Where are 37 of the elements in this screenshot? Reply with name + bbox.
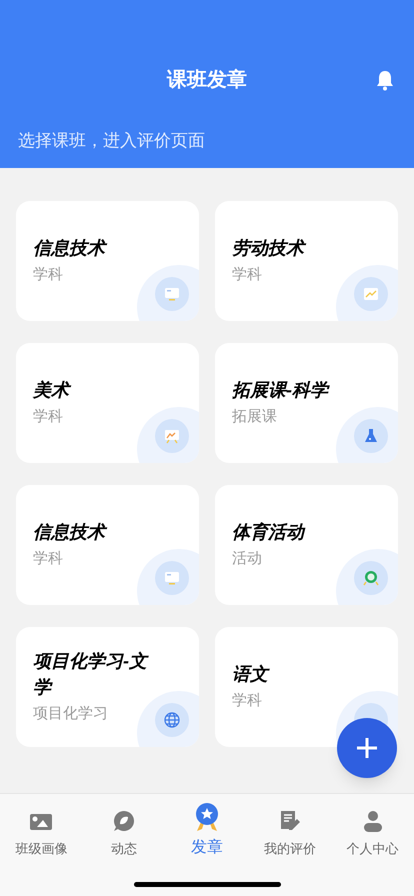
- plus-icon: [355, 736, 379, 760]
- page-title: 课班发章: [167, 68, 247, 93]
- card-category: 学科: [33, 549, 64, 570]
- card-category: 学科: [232, 265, 263, 286]
- tab-item[interactable]: 发章: [166, 794, 248, 858]
- card-title: 拓展课-科学: [232, 379, 331, 402]
- class-card[interactable]: 劳动技术 学科: [215, 201, 398, 321]
- tab-item[interactable]: 班级画像: [0, 794, 83, 858]
- card-title: 信息技术: [33, 519, 159, 546]
- medal-icon: [361, 568, 381, 588]
- card-category: 项目化学习: [33, 704, 109, 724]
- card-title: 语文: [232, 663, 271, 686]
- card-category: 学科: [232, 691, 263, 712]
- class-card[interactable]: 语文 学科: [215, 627, 398, 747]
- notification-bell-icon[interactable]: [374, 69, 396, 91]
- card-category: 学科: [33, 265, 64, 286]
- class-card[interactable]: 项目化学习-文学 项目化学习: [16, 627, 199, 747]
- tab-item[interactable]: 我的评价: [248, 794, 332, 858]
- card-category: 拓展课: [232, 407, 278, 428]
- card-category: 活动: [232, 549, 263, 570]
- class-card[interactable]: 美术 学科: [16, 343, 199, 463]
- card-category: 学科: [33, 407, 64, 428]
- subtitle: 选择课班，进入评价页面: [18, 130, 206, 152]
- class-card[interactable]: 体育活动 活动: [215, 485, 398, 605]
- leaf-bubble-icon: [112, 808, 136, 832]
- card-title: 美术: [33, 377, 159, 404]
- globe-icon: [162, 710, 182, 730]
- class-card[interactable]: 拓展课-科学 拓展课: [215, 343, 398, 463]
- tab-item[interactable]: 动态: [82, 794, 166, 858]
- tab-item[interactable]: 个人中心: [331, 794, 414, 858]
- card-title: 体育活动: [232, 521, 306, 544]
- card-title: 信息技术: [33, 235, 159, 262]
- class-card[interactable]: 信息技术 学科: [16, 485, 199, 605]
- card-title: 劳动技术: [232, 235, 358, 262]
- card-title: 项目化学习-文学: [33, 650, 150, 700]
- add-button[interactable]: [337, 718, 397, 778]
- class-card[interactable]: 信息技术 学科: [16, 201, 199, 321]
